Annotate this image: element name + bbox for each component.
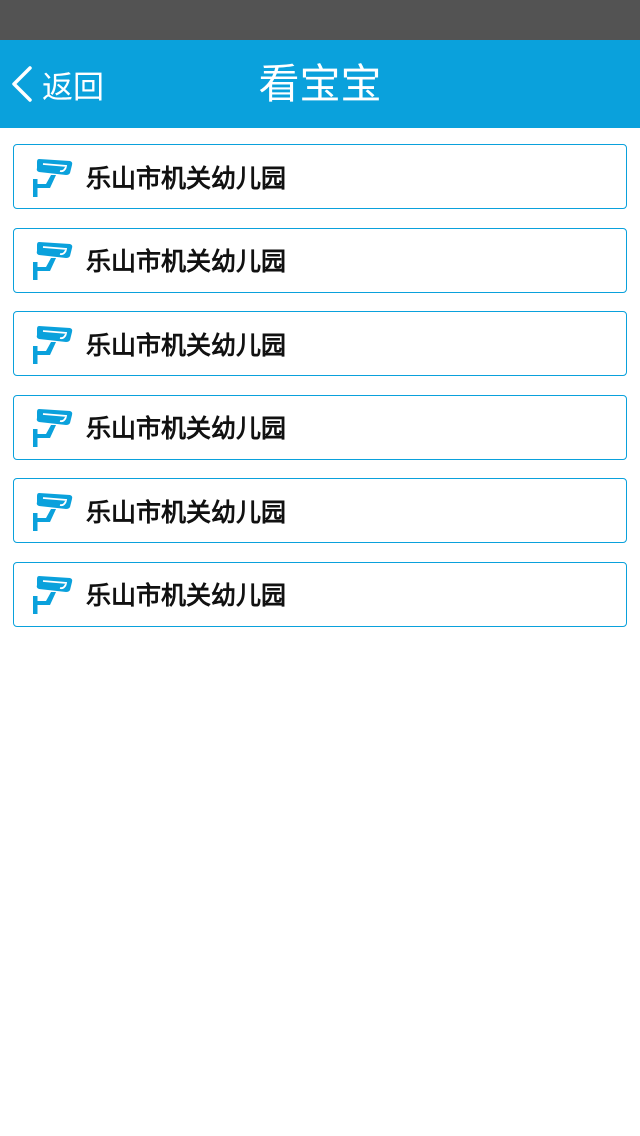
list-item[interactable]: 乐山市机关幼儿园 bbox=[13, 394, 627, 460]
chevron-left-icon bbox=[12, 66, 32, 102]
cctv-camera-icon bbox=[30, 238, 74, 282]
back-label: 返回 bbox=[42, 69, 104, 106]
back-button[interactable]: 返回 bbox=[6, 40, 104, 128]
list-item-label: 乐山市机关幼儿园 bbox=[86, 330, 287, 360]
status-bar bbox=[0, 0, 640, 40]
nav-bar: 返回 看宝宝 bbox=[0, 40, 640, 128]
cctv-camera-icon bbox=[30, 572, 74, 616]
list-item-label: 乐山市机关幼儿园 bbox=[86, 247, 287, 277]
cctv-camera-icon bbox=[30, 322, 74, 366]
list-item[interactable]: 乐山市机关幼儿园 bbox=[13, 144, 627, 209]
cctv-camera-icon bbox=[30, 489, 74, 533]
list-item-label: 乐山市机关幼儿园 bbox=[86, 414, 287, 444]
camera-list: 乐山市机关幼儿园 乐山市机关幼儿园 乐山市机关幼儿园 乐山市机关幼儿园 乐山市机… bbox=[13, 144, 627, 646]
list-item[interactable]: 乐山市机关幼儿园 bbox=[13, 561, 627, 627]
list-item[interactable]: 乐山市机关幼儿园 bbox=[13, 478, 627, 544]
cctv-camera-icon bbox=[30, 405, 74, 449]
list-item-label: 乐山市机关幼儿园 bbox=[86, 581, 287, 611]
list-item[interactable]: 乐山市机关幼儿园 bbox=[13, 227, 627, 293]
list-item[interactable]: 乐山市机关幼儿园 bbox=[13, 311, 627, 377]
list-item-label: 乐山市机关幼儿园 bbox=[86, 497, 287, 527]
list-item-label: 乐山市机关幼儿园 bbox=[86, 163, 287, 193]
cctv-camera-icon bbox=[30, 155, 74, 199]
